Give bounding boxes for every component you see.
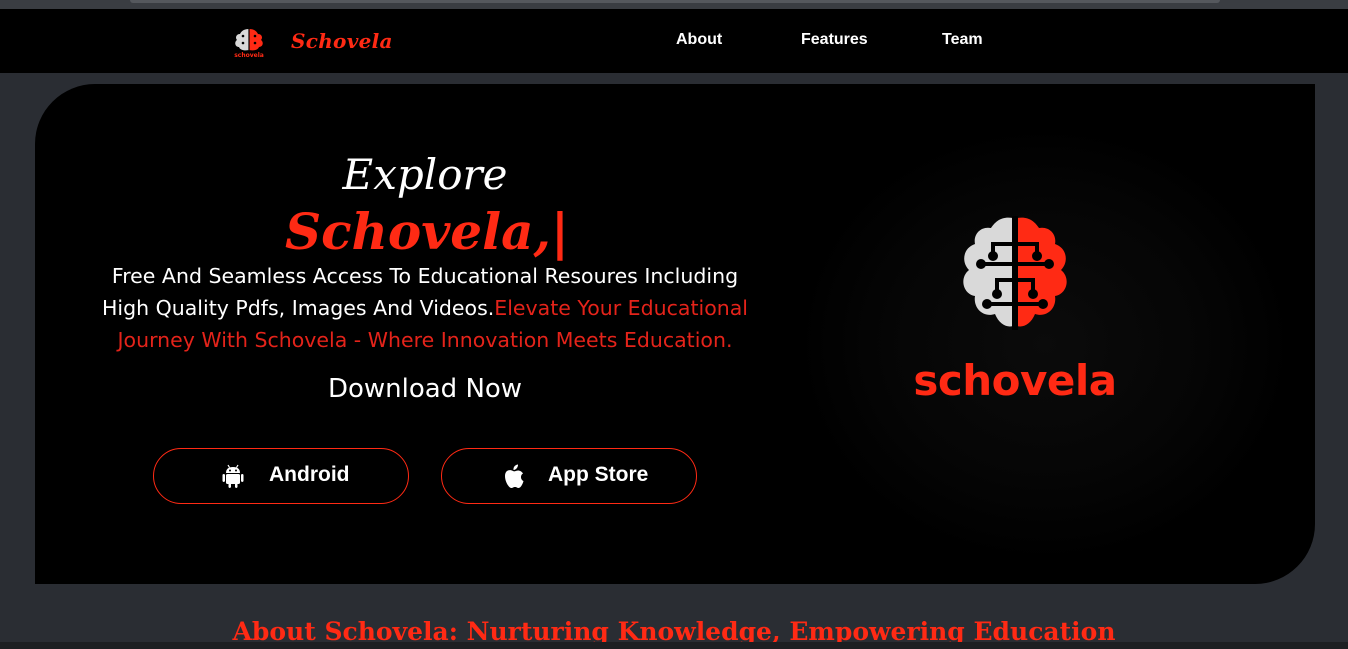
bottom-strip	[0, 642, 1348, 649]
app-store-download-button[interactable]: App Store	[441, 448, 697, 504]
app-store-button-label: App Store	[548, 463, 649, 486]
apple-icon	[505, 464, 524, 488]
logo-glow	[795, 124, 1295, 564]
android-button-label: Android	[269, 463, 350, 486]
hero-brand-typed: Schovela,|	[285, 202, 570, 261]
hero-title: Explore	[342, 150, 508, 199]
brand-logo-icon[interactable]: schovela	[229, 26, 269, 58]
scroll-track	[130, 0, 1220, 3]
nav-link-team[interactable]: Team	[942, 31, 983, 49]
hero-section: Explore Schovela,| Free And Seamless Acc…	[35, 84, 1315, 584]
logo-wordmark: schovela	[913, 356, 1117, 405]
download-heading: Download Now	[327, 374, 523, 404]
navbar: schovela Schovela About Features Team	[0, 9, 1348, 73]
nav-link-features[interactable]: Features	[801, 31, 868, 49]
brand-name[interactable]: Schovela	[291, 29, 393, 53]
hero-description: Free And Seamless Access To Educational …	[95, 260, 755, 356]
brain-logo-icon	[963, 216, 1067, 330]
nav-link-about[interactable]: About	[676, 31, 722, 49]
logo-caption: schovela	[234, 52, 264, 58]
browser-top-strip	[0, 0, 1348, 9]
android-icon	[222, 464, 244, 488]
android-download-button[interactable]: Android	[153, 448, 409, 504]
